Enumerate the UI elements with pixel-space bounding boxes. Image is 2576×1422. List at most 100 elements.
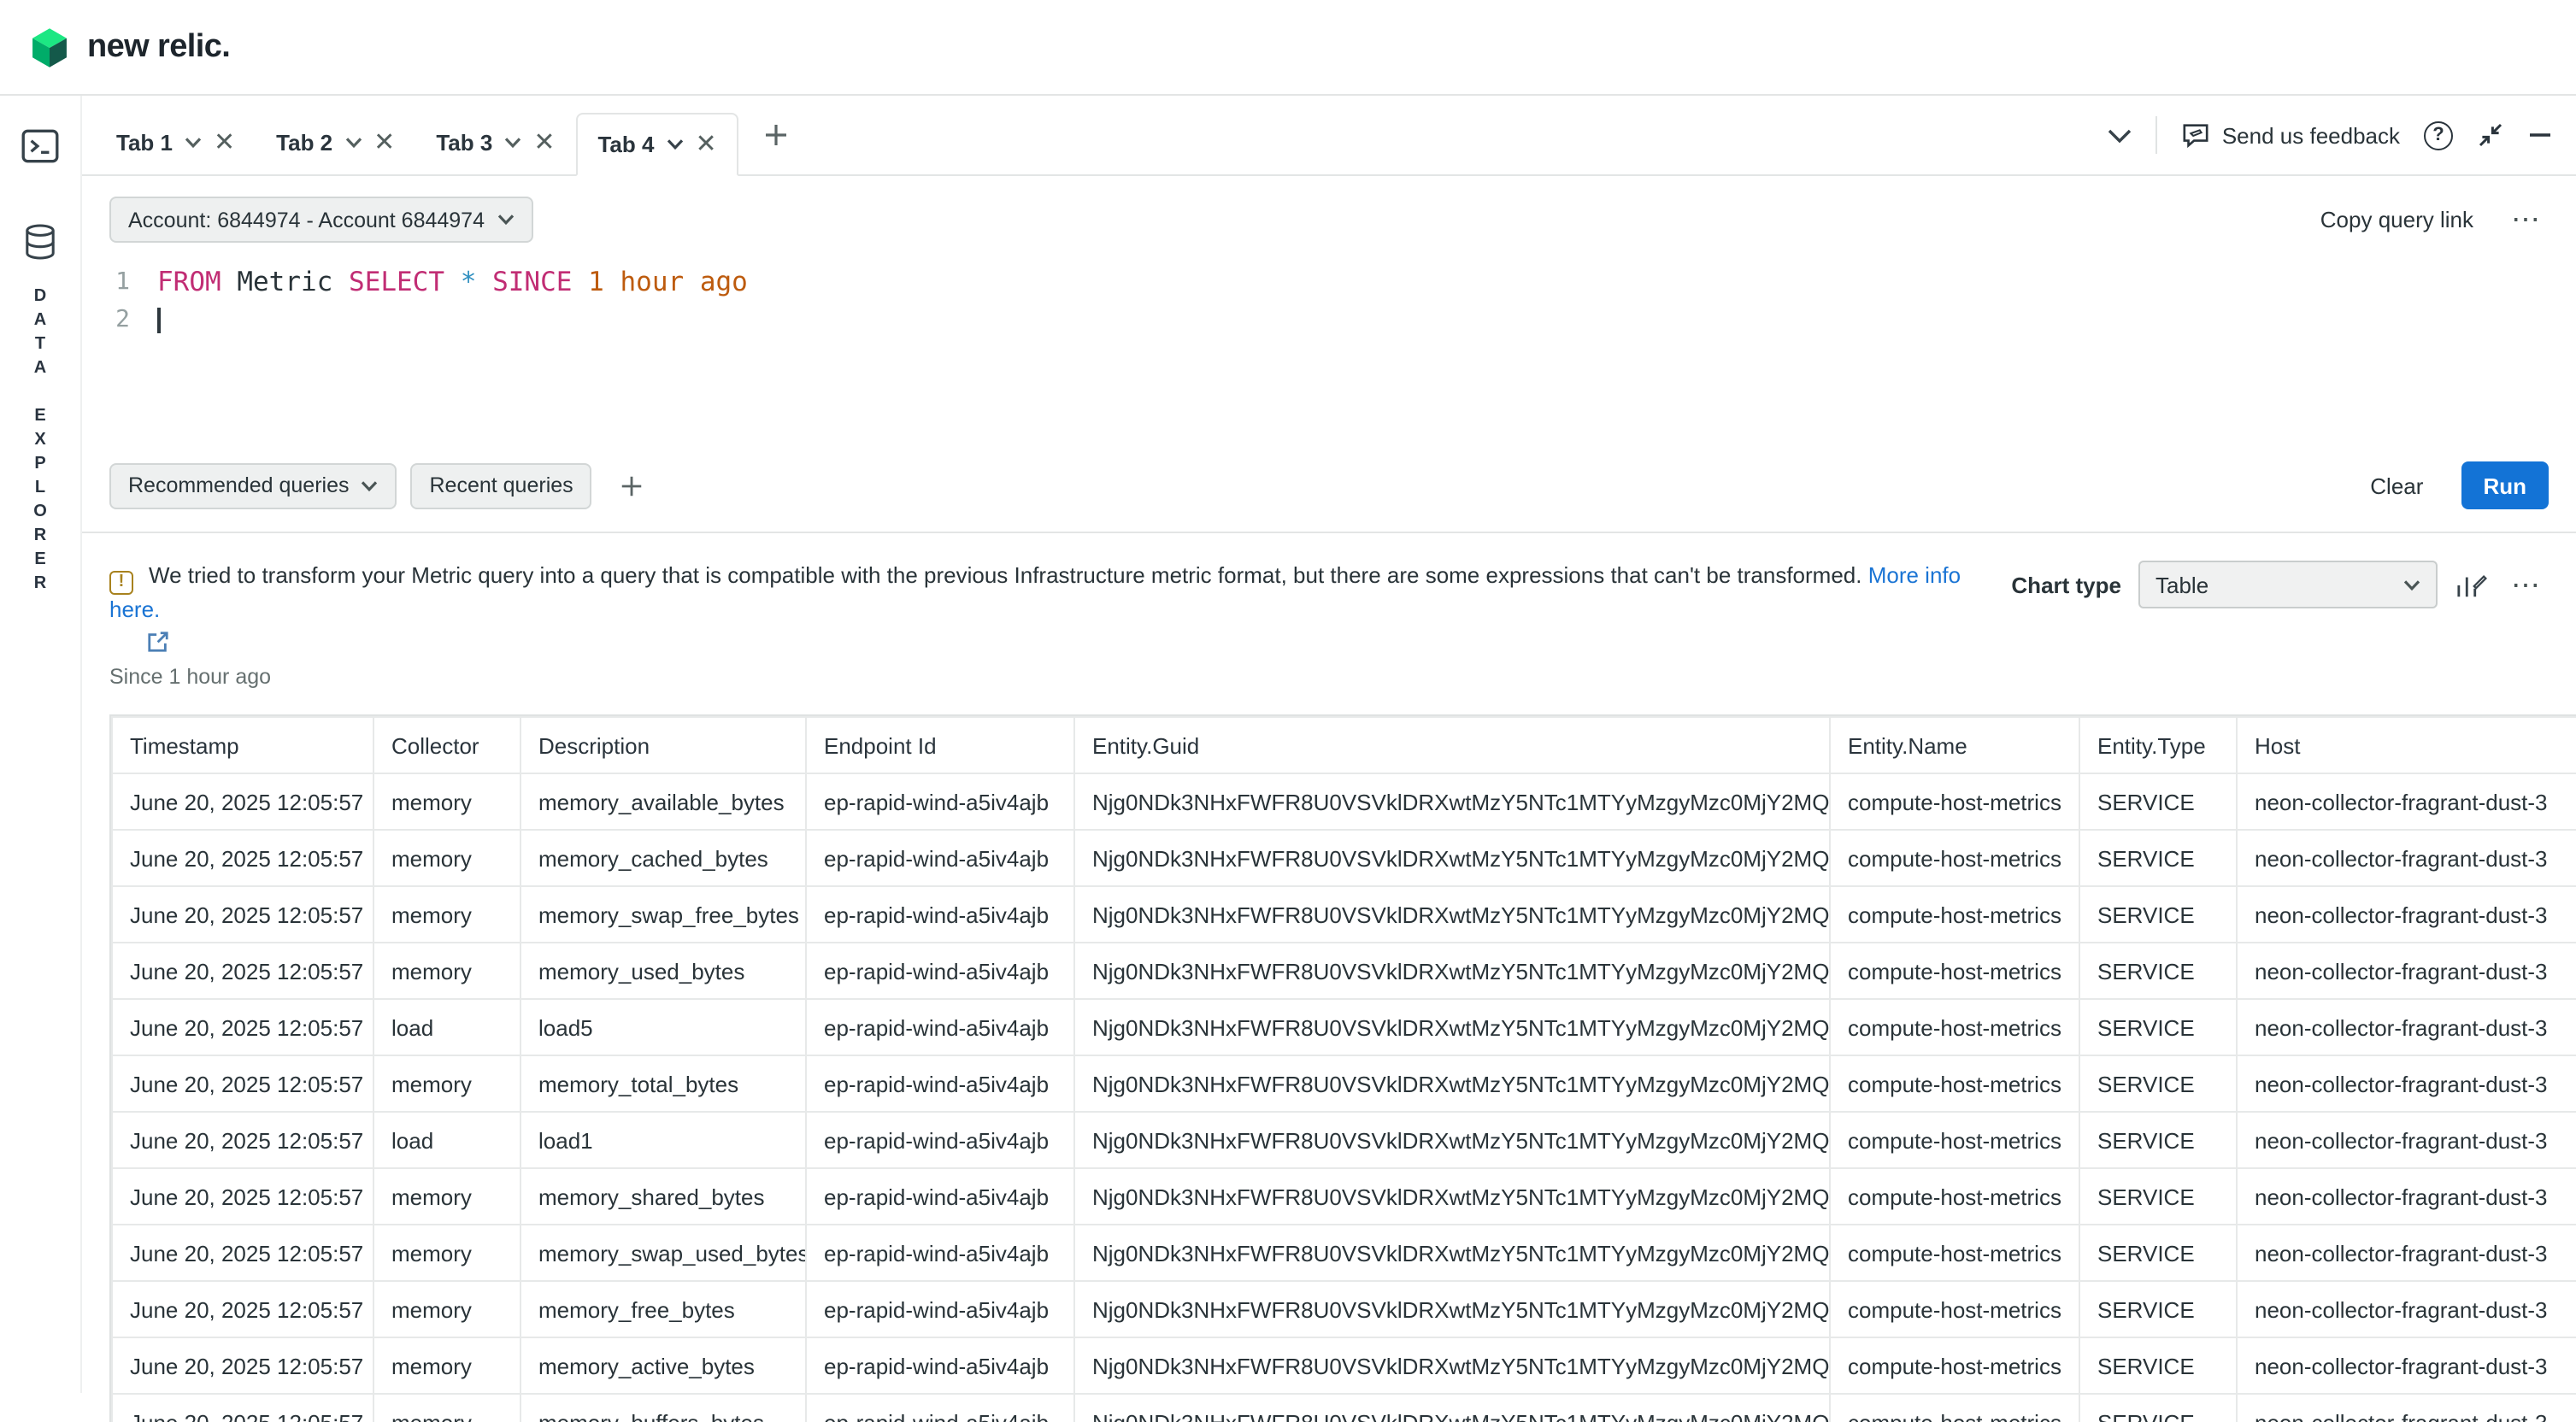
cell-entity-name: compute-host-metrics [1830, 773, 2079, 830]
cell-collector: memory [373, 1168, 520, 1225]
cell-description: memory_buffers_bytes [520, 1394, 806, 1422]
table-row[interactable]: June 20, 2025 12:05:57 memory memory_use… [112, 943, 2576, 999]
column-header[interactable]: Entity.Name [1830, 717, 2079, 773]
send-feedback-button[interactable]: Send us feedback [2181, 121, 2400, 149]
run-button[interactable]: Run [2461, 461, 2549, 509]
query-console-icon[interactable] [19, 125, 62, 167]
cell-description: load1 [520, 1112, 806, 1168]
collapse-icon[interactable] [2477, 121, 2504, 149]
nrql-keyword: SINCE [492, 267, 572, 297]
cell-host: neon-collector-fragrant-dust-3 [2237, 886, 2576, 943]
chevron-down-icon[interactable] [504, 137, 521, 149]
help-icon[interactable]: ? [2424, 120, 2453, 150]
recommended-queries-button[interactable]: Recommended queries [109, 462, 397, 508]
cell-timestamp: June 20, 2025 12:05:57 [112, 1337, 373, 1394]
minimize-icon[interactable] [2528, 123, 2552, 147]
table-row[interactable]: June 20, 2025 12:05:57 memory memory_sha… [112, 1168, 2576, 1225]
cell-description: load5 [520, 999, 806, 1055]
tab-1[interactable]: Tab 1 ✕ [96, 111, 256, 174]
recommended-queries-label: Recommended queries [128, 473, 350, 497]
chart-type-select[interactable]: Table [2138, 561, 2438, 608]
tab-2[interactable]: Tab 2 ✕ [256, 111, 415, 174]
clear-button[interactable]: Clear [2346, 473, 2447, 498]
cell-entity-type: SERVICE [2079, 1337, 2237, 1394]
table-row[interactable]: June 20, 2025 12:05:57 memory memory_swa… [112, 886, 2576, 943]
warning-message: We tried to transform your Metric query … [149, 562, 1861, 588]
close-icon[interactable]: ✕ [373, 130, 395, 156]
query-editor[interactable]: 1 FROM Metric SELECT * SINCE 1 hour ago … [82, 250, 2576, 448]
table-row[interactable]: June 20, 2025 12:05:57 memory memory_ava… [112, 773, 2576, 830]
cell-collector: memory [373, 773, 520, 830]
table-row[interactable]: June 20, 2025 12:05:57 memory memory_swa… [112, 1225, 2576, 1281]
cell-entity-name: compute-host-metrics [1830, 1168, 2079, 1225]
column-header[interactable]: Description [520, 717, 806, 773]
account-selector[interactable]: Account: 6844974 - Account 6844974 [109, 197, 532, 243]
table-row[interactable]: June 20, 2025 12:05:57 memory memory_cac… [112, 830, 2576, 886]
recent-queries-button[interactable]: Recent queries [411, 462, 592, 508]
tab-strip: Tab 1 ✕ Tab 2 ✕ Tab 3 ✕ Tab 4 ✕ [82, 96, 2576, 176]
line-number: 2 [82, 301, 157, 338]
cell-host: neon-collector-fragrant-dust-3 [2237, 773, 2576, 830]
cell-entity-guid: Njg0NDk3NHxFWFR8U0VSVklDRXwtMzY5NTc1MTYy… [1074, 1281, 1830, 1337]
add-query-icon[interactable] [620, 473, 645, 498]
cell-timestamp: June 20, 2025 12:05:57 [112, 886, 373, 943]
text-cursor [157, 308, 160, 333]
nrql-keyword: SELECT [349, 267, 444, 297]
chevron-down-icon[interactable] [185, 137, 202, 149]
tab-4[interactable]: Tab 4 ✕ [575, 113, 738, 176]
cell-timestamp: June 20, 2025 12:05:57 [112, 1055, 373, 1112]
cell-host: neon-collector-fragrant-dust-3 [2237, 1281, 2576, 1337]
tabs-overflow-chevron-icon[interactable] [2108, 127, 2132, 143]
column-header[interactable]: Entity.Guid [1074, 717, 1830, 773]
column-header[interactable]: Timestamp [112, 717, 373, 773]
database-icon[interactable] [24, 224, 56, 260]
external-link-icon[interactable] [147, 631, 1970, 653]
more-options-icon[interactable]: ⋯ [2504, 567, 2549, 602]
column-header[interactable]: Endpoint Id [806, 717, 1074, 773]
cell-collector: memory [373, 1394, 520, 1422]
table-row[interactable]: June 20, 2025 12:05:57 load load1 ep-rap… [112, 1112, 2576, 1168]
new-relic-logo[interactable]: new relic. [27, 25, 230, 69]
cell-endpoint-id: ep-rapid-wind-a5iv4ajb [806, 1337, 1074, 1394]
cell-host: neon-collector-fragrant-dust-3 [2237, 1394, 2576, 1422]
cell-entity-type: SERVICE [2079, 1055, 2237, 1112]
cell-host: neon-collector-fragrant-dust-3 [2237, 1112, 2576, 1168]
tab-3[interactable]: Tab 3 ✕ [415, 111, 575, 174]
table-row[interactable]: June 20, 2025 12:05:57 memory memory_fre… [112, 1281, 2576, 1337]
table-row[interactable]: June 20, 2025 12:05:57 memory memory_buf… [112, 1394, 2576, 1422]
cell-entity-name: compute-host-metrics [1830, 943, 2079, 999]
close-icon[interactable]: ✕ [695, 132, 716, 157]
cell-endpoint-id: ep-rapid-wind-a5iv4ajb [806, 1394, 1074, 1422]
chart-controls: Chart type Table ⋯ [2011, 561, 2549, 608]
since-label: Since 1 hour ago [109, 665, 1970, 689]
copy-query-link-button[interactable]: Copy query link [2320, 207, 2473, 232]
chart-edit-icon[interactable] [2455, 570, 2487, 599]
table-row[interactable]: June 20, 2025 12:05:57 memory memory_tot… [112, 1055, 2576, 1112]
new-relic-logo-icon [27, 25, 72, 69]
cell-collector: memory [373, 1281, 520, 1337]
column-header[interactable]: Collector [373, 717, 520, 773]
chevron-down-icon[interactable] [344, 137, 362, 149]
add-tab-icon[interactable] [763, 121, 791, 149]
query-builder-panel: Account: 6844974 - Account 6844974 Copy … [82, 176, 2576, 533]
tab-label: Tab 3 [436, 130, 492, 156]
transform-warning: !We tried to transform your Metric query… [109, 561, 2011, 689]
column-header[interactable]: Entity.Type [2079, 717, 2237, 773]
cell-host: neon-collector-fragrant-dust-3 [2237, 1225, 2576, 1281]
table-row[interactable]: June 20, 2025 12:05:57 load load5 ep-rap… [112, 999, 2576, 1055]
cell-timestamp: June 20, 2025 12:05:57 [112, 773, 373, 830]
cell-description: memory_swap_used_bytes [520, 1225, 806, 1281]
cell-timestamp: June 20, 2025 12:05:57 [112, 1168, 373, 1225]
chevron-down-icon [2403, 579, 2420, 591]
close-icon[interactable]: ✕ [214, 130, 235, 156]
chevron-down-icon[interactable] [666, 138, 683, 150]
column-header[interactable]: Host [2237, 717, 2576, 773]
cell-timestamp: June 20, 2025 12:05:57 [112, 1225, 373, 1281]
cell-entity-name: compute-host-metrics [1830, 886, 2079, 943]
table-row[interactable]: June 20, 2025 12:05:57 memory memory_act… [112, 1337, 2576, 1394]
cell-timestamp: June 20, 2025 12:05:57 [112, 830, 373, 886]
more-options-icon[interactable]: ⋯ [2504, 202, 2549, 238]
close-icon[interactable]: ✕ [533, 130, 555, 156]
cell-endpoint-id: ep-rapid-wind-a5iv4ajb [806, 1112, 1074, 1168]
cell-description: memory_available_bytes [520, 773, 806, 830]
